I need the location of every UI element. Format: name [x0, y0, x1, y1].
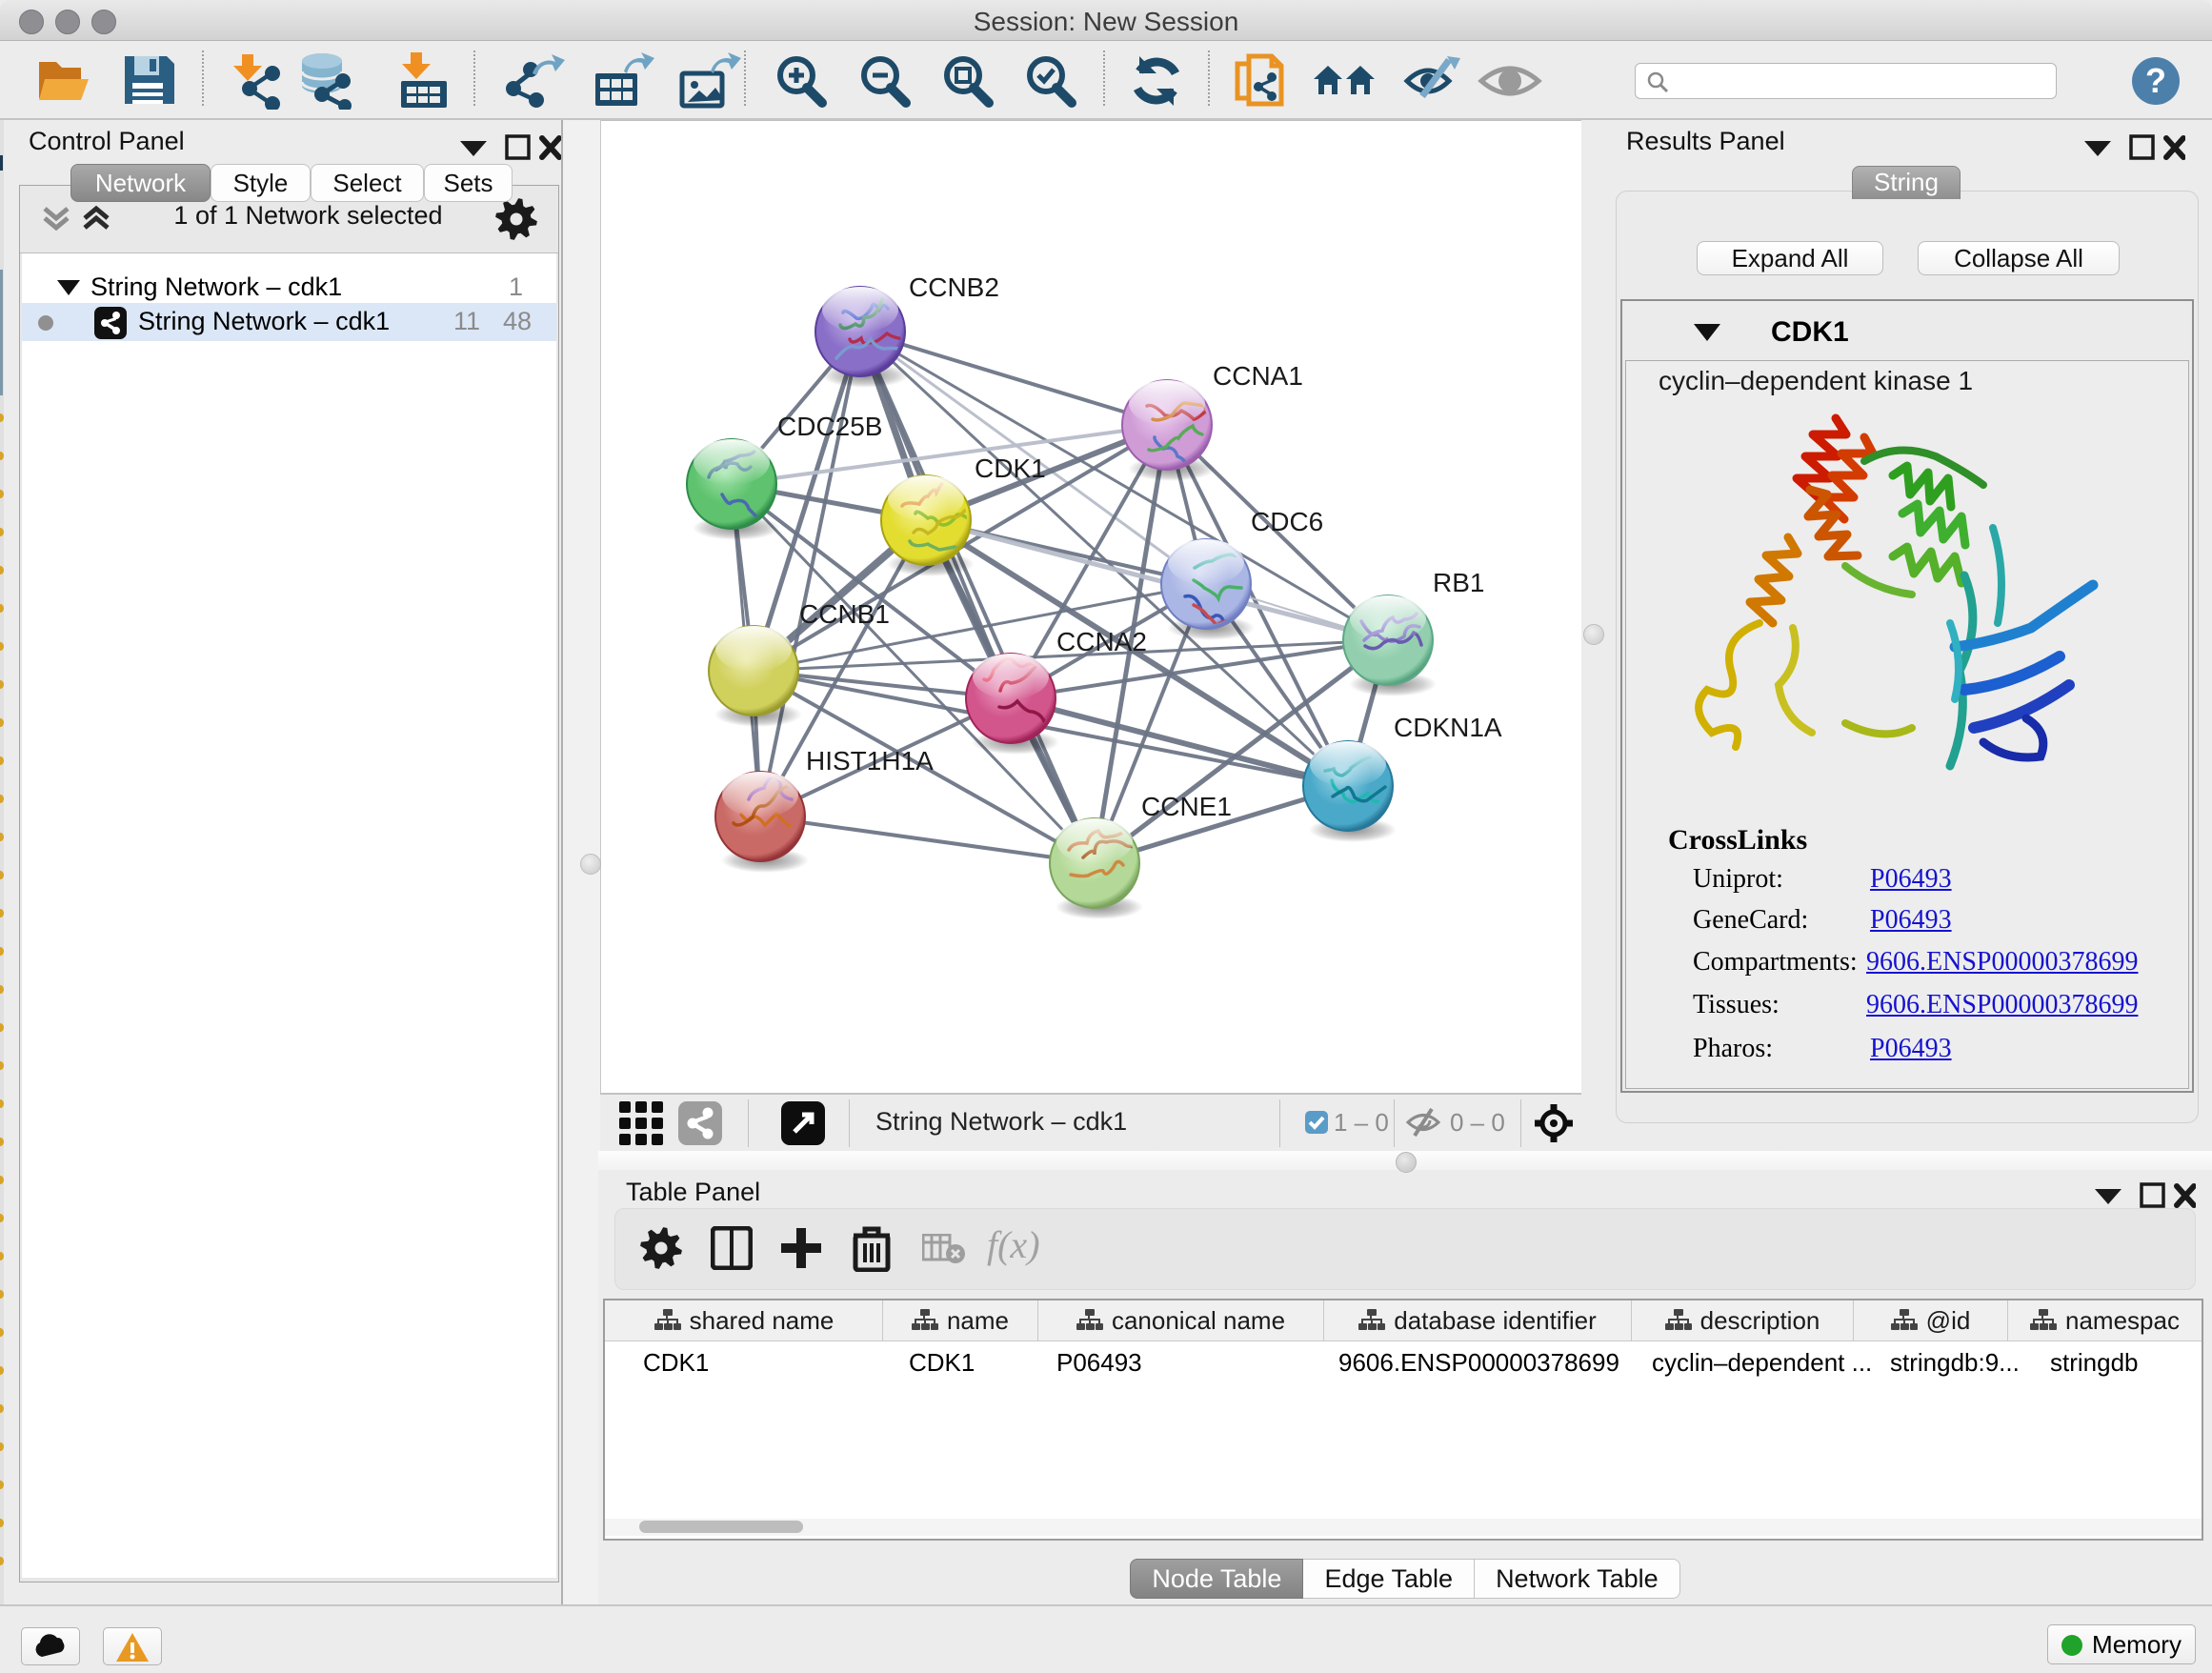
svg-text:CCNB1: CCNB1 — [799, 599, 890, 629]
svg-text:CDKN1A: CDKN1A — [1394, 713, 1502, 742]
svg-text:CDC25B: CDC25B — [777, 412, 882, 441]
svg-text:CCNB2: CCNB2 — [909, 272, 999, 302]
svg-text:HIST1H1A: HIST1H1A — [806, 746, 934, 776]
svg-text:CCNA2: CCNA2 — [1056, 627, 1147, 656]
svg-text:CCNA1: CCNA1 — [1213, 361, 1303, 391]
svg-text:RB1: RB1 — [1433, 568, 1484, 597]
svg-text:?: ? — [2145, 61, 2166, 100]
svg-text:CCNE1: CCNE1 — [1141, 792, 1232, 821]
svg-text:CDC6: CDC6 — [1251, 507, 1323, 536]
svg-text:CDK1: CDK1 — [975, 454, 1046, 483]
